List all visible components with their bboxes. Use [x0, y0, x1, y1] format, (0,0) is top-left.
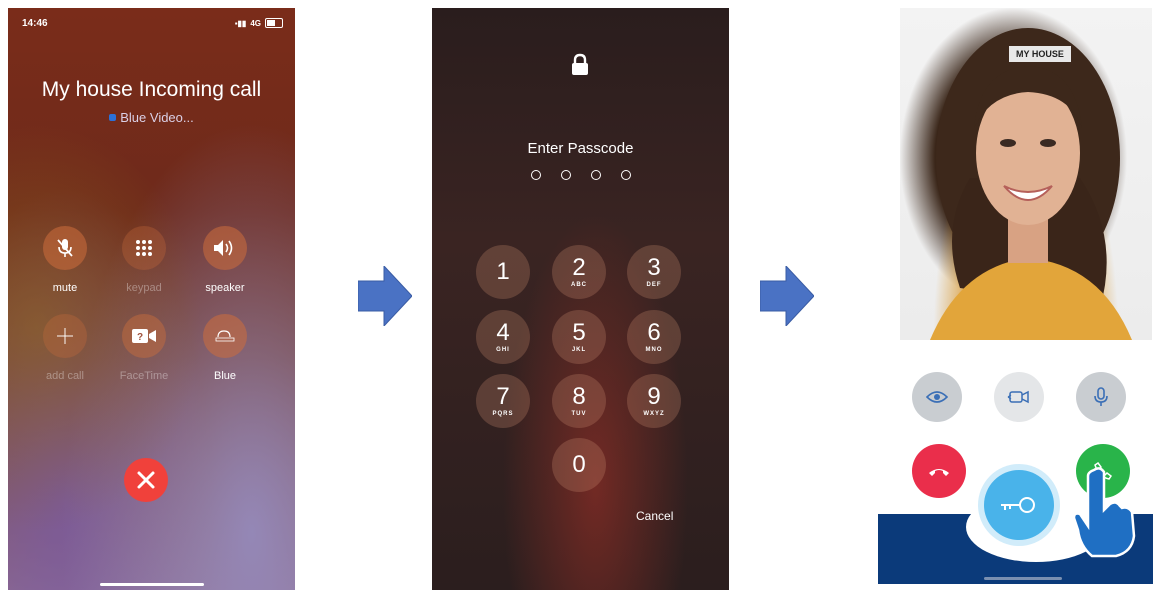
key-0[interactable]: 0 — [552, 438, 606, 492]
key-letters: WXYZ — [643, 411, 665, 417]
blue-label: Blue — [213, 370, 237, 382]
key-4[interactable]: 4 GHI — [476, 310, 530, 364]
key-1[interactable]: 1 — [476, 245, 530, 299]
speaker-label: speaker — [205, 282, 245, 294]
keypad-icon — [136, 240, 152, 256]
key-letters: TUV — [571, 411, 587, 417]
cancel-button[interactable]: Cancel — [636, 509, 673, 523]
key-letters: ABC — [571, 282, 587, 288]
key-number: 3 — [647, 254, 661, 281]
keypad-label: keypad — [126, 282, 162, 294]
passcode-title: Enter Passcode — [527, 140, 634, 157]
plus-icon — [57, 328, 73, 344]
arrow-right-icon — [358, 266, 412, 326]
key-icon — [1001, 497, 1035, 513]
key-number: 4 — [496, 319, 510, 346]
mic-slash-icon — [57, 239, 73, 257]
key-letters: GHI — [496, 347, 510, 353]
passcode-dot — [530, 170, 541, 180]
key-9[interactable]: 9 WXYZ — [627, 374, 681, 428]
key-number: 9 — [647, 383, 661, 410]
mic-button[interactable] — [1076, 372, 1126, 422]
tap-hand-icon — [1072, 467, 1136, 558]
key-number: 8 — [572, 383, 586, 410]
status-time: 14:46 — [22, 18, 48, 29]
mute-button[interactable] — [43, 226, 87, 270]
hang-up-icon — [929, 469, 949, 476]
lock-icon — [572, 53, 588, 75]
incoming-call-screen: 14:46 ▪▮▮ 4G My house Incoming call Blue… — [8, 8, 295, 590]
add-call-label: add call — [46, 370, 84, 382]
home-indicator[interactable] — [100, 583, 204, 586]
key-letters: JKL — [571, 347, 587, 353]
decline-button[interactable] — [124, 458, 168, 502]
view-button[interactable] — [912, 372, 962, 422]
status-network: ▪▮▮ 4G — [235, 18, 283, 28]
video-call-screen: MY HOUSE — [878, 8, 1153, 584]
battery-icon — [265, 18, 283, 28]
home-indicator[interactable] — [984, 577, 1062, 580]
svg-text:?: ? — [137, 332, 143, 343]
key-5[interactable]: 5 JKL — [552, 310, 606, 364]
mute-label: mute — [52, 282, 78, 294]
app-name: Blue Video... — [120, 110, 194, 125]
arrow-right-icon — [760, 266, 814, 326]
camera-switch-icon — [1007, 390, 1029, 404]
add-call-button[interactable] — [43, 314, 87, 358]
key-6[interactable]: 6 MNO — [627, 310, 681, 364]
key-letters: MNO — [645, 347, 663, 353]
camera-switch-button[interactable] — [994, 372, 1044, 422]
speaker-icon — [214, 240, 233, 256]
facetime-icon: ? — [132, 329, 156, 343]
open-door-button[interactable] — [984, 470, 1054, 540]
blue-app-icon — [109, 114, 117, 121]
key-number: 2 — [572, 254, 586, 281]
key-number: 7 — [496, 383, 510, 410]
close-icon — [137, 471, 155, 489]
key-2[interactable]: 2 ABC — [552, 245, 606, 299]
hang-up-button[interactable] — [912, 444, 966, 498]
key-number: 5 — [572, 319, 586, 346]
signal-icon: ▪▮▮ — [234, 18, 247, 28]
key-7[interactable]: 7 PQRS — [476, 374, 530, 428]
key-8[interactable]: 8 TUV — [552, 374, 606, 428]
video-label: MY HOUSE — [1009, 46, 1071, 62]
key-number: 0 — [572, 451, 586, 478]
facetime-label: FaceTime — [119, 370, 169, 382]
passcode-dots — [432, 170, 729, 180]
eye-icon — [926, 391, 948, 403]
app-line: Blue Video... — [8, 110, 295, 125]
passcode-screen: Enter Passcode 1 2 ABC 3 DEF 4 GHI 5 JKL 6 MN… — [432, 8, 729, 590]
video-feed: MY HOUSE — [900, 8, 1152, 340]
key-3[interactable]: 3 DEF — [627, 245, 681, 299]
keypad-button[interactable] — [122, 226, 166, 270]
passcode-dot — [590, 170, 601, 180]
blue-button[interactable] — [203, 314, 247, 358]
key-number: 1 — [496, 258, 510, 285]
key-letters: PQRS — [492, 411, 514, 417]
speaker-button[interactable] — [203, 226, 247, 270]
mic-icon — [1094, 387, 1108, 406]
network-label: 4G — [250, 18, 261, 28]
blue-app-icon — [215, 330, 235, 342]
facetime-button[interactable]: ? — [122, 314, 166, 358]
passcode-dot — [560, 170, 571, 180]
caller-name: My house Incoming call — [41, 78, 262, 101]
passcode-dot — [620, 170, 631, 180]
key-letters: DEF — [646, 282, 662, 288]
key-number: 6 — [647, 319, 661, 346]
